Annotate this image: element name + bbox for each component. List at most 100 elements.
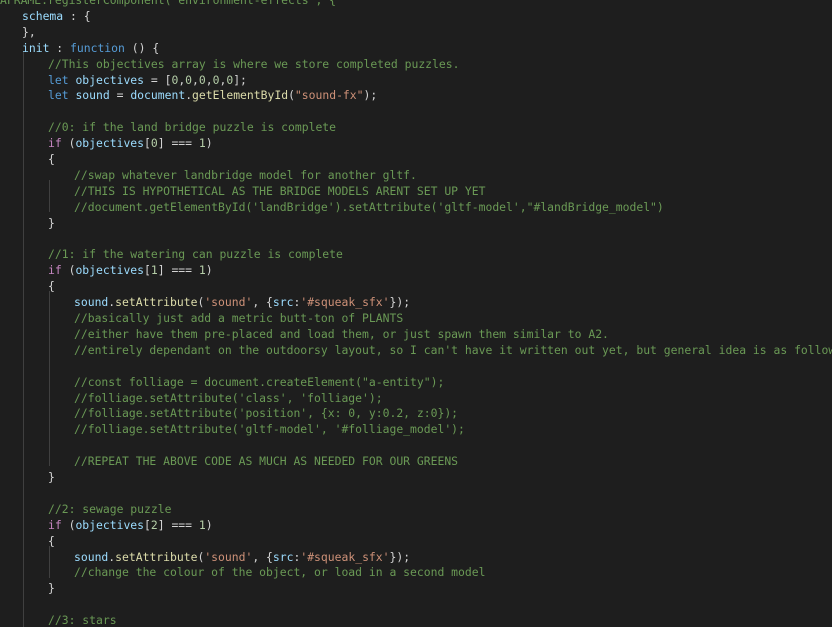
code-token: 1 bbox=[198, 263, 206, 278]
code-token: 0 bbox=[150, 136, 158, 151]
code-token: [ bbox=[144, 263, 151, 278]
code-line[interactable]: { bbox=[48, 152, 55, 168]
code-line[interactable]: let objectives = [0,0,0,0,0]; bbox=[48, 73, 247, 89]
code-token: 'sound' bbox=[204, 295, 253, 310]
code-line[interactable]: let sound = document.getElementById("sou… bbox=[48, 88, 377, 104]
code-token: setAttribute bbox=[115, 549, 198, 564]
code-token: ( bbox=[61, 263, 76, 278]
code-token: ] === bbox=[157, 263, 199, 278]
indent-guide bbox=[49, 180, 50, 212]
code-line[interactable]: } bbox=[48, 581, 55, 597]
code-line[interactable]: //entirely dependant on the outdoorsy la… bbox=[74, 343, 832, 359]
code-line[interactable]: if (objectives[0] === 1) bbox=[48, 136, 213, 152]
code-token: ); bbox=[363, 88, 378, 103]
code-token: } bbox=[48, 581, 55, 596]
code-line[interactable]: //folliage.setAttribute('class', 'follia… bbox=[74, 391, 383, 407]
code-token: ) bbox=[205, 136, 213, 151]
code-token: //THIS IS HYPOTHETICAL AS THE BRIDGE MOD… bbox=[74, 183, 486, 198]
code-token: { bbox=[48, 279, 55, 294]
code-line[interactable]: //THIS IS HYPOTHETICAL AS THE BRIDGE MOD… bbox=[74, 184, 485, 200]
code-line[interactable]: //folliage.setAttribute('position', {x: … bbox=[74, 406, 458, 422]
code-token: , bbox=[192, 72, 199, 87]
code-token: , bbox=[205, 72, 213, 87]
code-token: schema bbox=[22, 8, 64, 23]
code-line[interactable]: //document.getElementById('landBridge').… bbox=[74, 200, 664, 216]
code-token: //either have them pre-placed and load t… bbox=[74, 326, 609, 341]
code-line[interactable]: } bbox=[48, 470, 55, 486]
code-token: } bbox=[48, 470, 55, 484]
code-token: { bbox=[48, 152, 55, 166]
code-token: '#squeak_sfx' bbox=[300, 295, 390, 310]
code-line[interactable]: sound.setAttribute('sound', {src:'#squea… bbox=[74, 295, 410, 311]
code-token: ) bbox=[205, 263, 213, 278]
code-token: src bbox=[272, 549, 294, 564]
code-token: sound bbox=[74, 295, 109, 310]
code-token: objectives bbox=[75, 263, 145, 278]
code-token: //swap whatever landbridge model for ano… bbox=[74, 167, 417, 182]
code-line[interactable]: sound.setAttribute('sound', {src:'#squea… bbox=[74, 550, 410, 566]
code-token: }, bbox=[22, 24, 36, 39]
code-line[interactable]: }, bbox=[22, 25, 36, 41]
code-token: //folliage.setAttribute('position', {x: … bbox=[74, 406, 459, 421]
indent-guide bbox=[23, 52, 24, 627]
code-line[interactable]: //1: if the watering can puzzle is compl… bbox=[48, 247, 343, 263]
code-line[interactable]: { bbox=[48, 534, 55, 550]
code-token: function bbox=[70, 40, 125, 55]
code-token: : bbox=[49, 40, 71, 55]
code-line[interactable]: //swap whatever landbridge model for ano… bbox=[74, 168, 417, 184]
code-token: = [ bbox=[144, 72, 172, 87]
code-line[interactable]: //0: if the land bridge puzzle is comple… bbox=[48, 120, 336, 136]
code-token: ( bbox=[61, 517, 76, 532]
code-token: src bbox=[272, 295, 294, 310]
code-token: //2: sewage puzzle bbox=[48, 501, 172, 516]
code-token: '#squeak_sfx' bbox=[300, 549, 390, 564]
code-line[interactable]: //This objectives array is where we stor… bbox=[48, 57, 459, 73]
code-token: 0 bbox=[185, 72, 193, 87]
code-token: setAttribute bbox=[115, 295, 198, 310]
code-token: objectives bbox=[75, 136, 145, 151]
code-token: document bbox=[130, 88, 186, 103]
code-line[interactable]: if (objectives[1] === 1) bbox=[48, 263, 213, 279]
code-line[interactable]: if (objectives[2] === 1) bbox=[48, 518, 213, 534]
code-token: init bbox=[22, 40, 50, 55]
code-line[interactable]: //3: stars bbox=[48, 613, 117, 627]
code-line[interactable]: AFRAME.registerComponent('environment-ef… bbox=[0, 0, 336, 9]
code-line[interactable]: //folliage.setAttribute('gltf-model', '#… bbox=[74, 422, 465, 438]
code-token: sound bbox=[75, 88, 110, 103]
code-token: //1: if the watering can puzzle is compl… bbox=[48, 247, 343, 262]
code-line[interactable]: } bbox=[48, 216, 55, 232]
code-token: getElementById bbox=[192, 88, 289, 103]
code-token: if bbox=[48, 136, 62, 151]
code-token: () { bbox=[124, 40, 160, 55]
code-token: }); bbox=[389, 549, 411, 564]
code-line[interactable]: //either have them pre-placed and load t… bbox=[74, 327, 609, 343]
code-line[interactable]: //change the colour of the object, or lo… bbox=[74, 565, 485, 581]
code-token: ( bbox=[288, 88, 295, 103]
code-editor[interactable]: AFRAME.registerComponent('environment-ef… bbox=[0, 0, 832, 627]
code-line[interactable]: init : function () { bbox=[22, 41, 159, 57]
code-token: 'sound' bbox=[204, 549, 253, 564]
code-line[interactable]: //const folliage = document.createElemen… bbox=[74, 375, 444, 391]
code-token: //const folliage = document.createElemen… bbox=[74, 374, 445, 389]
code-line[interactable]: schema : { bbox=[22, 9, 91, 25]
code-token: //document.getElementById('landBridge').… bbox=[74, 199, 664, 214]
code-line[interactable]: //basically just add a metric butt-ton o… bbox=[74, 311, 403, 327]
code-token: if bbox=[48, 263, 62, 278]
code-line[interactable]: { bbox=[48, 279, 55, 295]
code-token: 0 bbox=[198, 72, 206, 87]
code-token: ) bbox=[205, 517, 213, 532]
code-token: let bbox=[48, 88, 69, 103]
code-token: 1 bbox=[150, 263, 158, 278]
code-token: let bbox=[48, 72, 69, 87]
code-token: { bbox=[48, 533, 55, 548]
code-token: , { bbox=[252, 295, 273, 310]
code-line[interactable]: //REPEAT THE ABOVE CODE AS MUCH AS NEEDE… bbox=[74, 454, 458, 470]
code-token: [ bbox=[144, 136, 151, 151]
code-token: } bbox=[48, 215, 55, 230]
code-token: 1 bbox=[198, 136, 206, 151]
code-line[interactable]: //2: sewage puzzle bbox=[48, 502, 171, 518]
code-token: //This objectives array is where we stor… bbox=[48, 56, 460, 71]
code-token: sound bbox=[74, 549, 109, 564]
code-token: }); bbox=[389, 295, 411, 310]
code-token: //entirely dependant on the outdoorsy la… bbox=[74, 342, 832, 357]
